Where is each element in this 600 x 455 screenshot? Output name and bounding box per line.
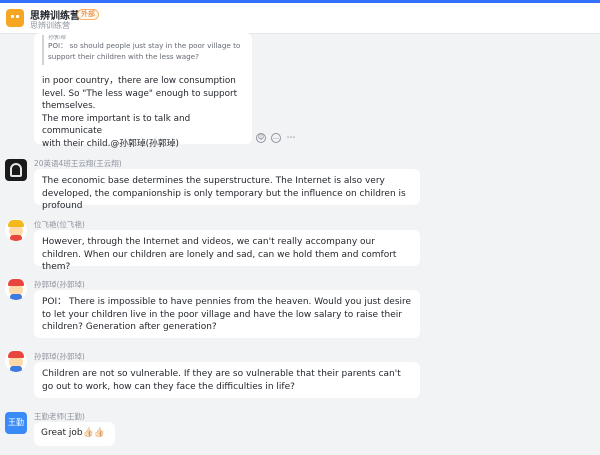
sender-name[interactable]: 孙郭琸(孙郭琸) <box>34 351 85 362</box>
sender-name[interactable]: 20英语4班王云翔(王云翔) <box>34 158 122 169</box>
chat-header: 思辨训练营 外部 思辨训练营 <box>0 3 600 34</box>
message-bubble[interactable]: Children are not so vulnerable. If they … <box>34 362 420 398</box>
message-line: with their child.@孙郭琸(孙郭琸) <box>42 138 179 149</box>
avatar-shirt <box>10 235 22 241</box>
message-text: However, through the Internet and videos… <box>42 237 397 272</box>
avatar[interactable]: 王勤 <box>5 412 27 434</box>
message-bubble[interactable]: 孙郭琸 POI： so should people just stay in t… <box>34 33 252 149</box>
quoted-message[interactable]: 孙郭琸 POI： so should people just stay in t… <box>42 35 252 65</box>
reply-icon[interactable]: … <box>271 133 281 143</box>
avatar[interactable] <box>5 278 27 300</box>
message-bubble[interactable]: Great job👍🏻👍🏻 <box>34 422 115 446</box>
message-text: Children are not so vulnerable. If they … <box>42 369 401 392</box>
message-bubble[interactable]: The economic base determines the superst… <box>34 169 420 211</box>
message-line: in poor country，there are low consumptio… <box>42 76 236 86</box>
message-text: Great job👍🏻👍🏻 <box>41 428 106 438</box>
message-line: The more important is to talk and commun… <box>42 113 191 137</box>
message-line: themselves. <box>42 101 96 111</box>
group-chat-icon[interactable] <box>6 9 24 27</box>
message-line: level. So "The less wage" enough to supp… <box>42 88 238 99</box>
quoted-text: POI： so should people just stay in the p… <box>48 41 241 61</box>
emoji-reaction-icon[interactable]: ☺ <box>256 133 266 143</box>
message-text: The economic base determines the superst… <box>42 176 406 211</box>
avatar[interactable] <box>5 159 27 181</box>
avatar-shirt <box>10 294 22 300</box>
more-icon[interactable]: ⋯ <box>286 133 296 143</box>
external-tag-badge: 外部 <box>77 9 99 20</box>
avatar-hat <box>8 220 24 227</box>
sender-name[interactable]: 王勤老师(王勤) <box>34 411 85 422</box>
group-subtitle: 思辨训练营 <box>30 21 70 30</box>
message-bubble[interactable]: However, through the Internet and videos… <box>34 230 420 272</box>
message-text: POI： There is impossible to have pennies… <box>42 297 412 332</box>
sender-name[interactable]: 孙郭琸(孙郭琸) <box>34 279 85 290</box>
avatar-shirt <box>10 366 22 372</box>
avatar[interactable] <box>5 350 27 372</box>
avatar-hat <box>8 351 24 358</box>
avatar[interactable] <box>5 219 27 241</box>
message-bubble[interactable]: POI： There is impossible to have pennies… <box>34 290 420 338</box>
avatar-hat <box>8 279 24 286</box>
message-text: in poor country，there are low consumptio… <box>42 75 247 150</box>
sender-name[interactable]: 位飞艳(位飞艳) <box>34 219 85 230</box>
